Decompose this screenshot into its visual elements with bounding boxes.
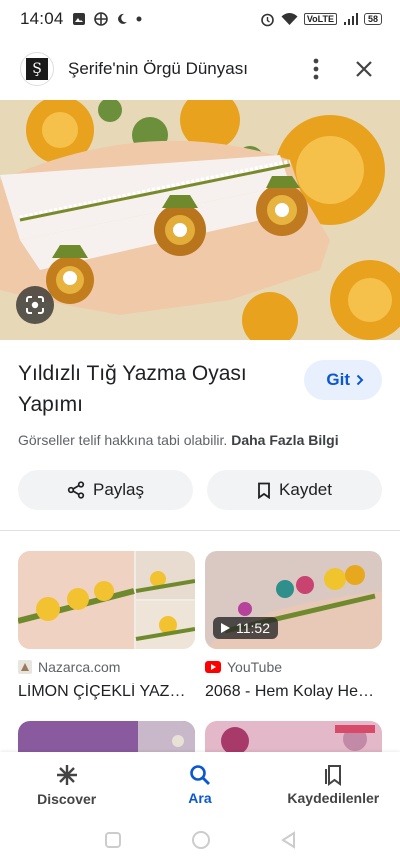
system-navigation [0,818,400,866]
more-info-link[interactable]: Daha Fazla Bilgi [231,432,338,448]
pinwheel-notification-icon [93,12,108,26]
home-button[interactable] [191,830,211,855]
page-header: Ş Şerife'nin Örgü Dünyası [0,38,400,100]
alarm-icon [260,12,275,27]
youtube-icon [205,661,221,673]
play-icon [221,623,230,633]
nazarca-icon [18,660,32,674]
status-time: 14:04 [20,9,64,28]
related-card[interactable]: 11:52 YouTube 2068 - Hem Kolay Hem Şık Y… [205,551,382,701]
share-button[interactable]: Paylaş [18,470,193,510]
chevron-right-icon [356,374,364,386]
nav-search-label: Ara [188,790,212,806]
related-source-name: Nazarca.com [38,659,121,675]
share-icon [67,481,85,499]
bookmarks-icon [325,765,342,786]
close-button[interactable] [346,51,382,87]
wifi-icon [281,12,298,26]
site-logo-letter: Ş [26,58,48,80]
visit-button-label: Git [326,370,350,389]
save-label: Kaydet [279,480,332,499]
google-lens-icon [26,296,44,314]
status-right: VoLTE 58 [260,12,382,27]
recents-icon [105,831,122,848]
bookmark-icon [258,482,270,499]
back-button[interactable] [280,830,296,854]
nav-discover[interactable]: Discover [7,763,127,807]
gallery-notification-icon [72,12,86,26]
home-icon [191,830,210,849]
asterisk-icon [56,765,77,785]
result-title[interactable]: Yıldızlı Tığ Yazma Oyası Yapımı [18,358,288,420]
dot-notification-icon [136,16,142,22]
save-button[interactable]: Kaydet [207,470,382,510]
battery-indicator: 58 [363,13,382,25]
action-row: Paylaş Kaydet [18,470,382,510]
more-options-button[interactable] [298,51,334,87]
related-source: Nazarca.com [18,659,195,675]
moon-notification-icon [116,13,128,25]
copyright-text: Görseller telif hakkına tabi olabilir. [18,432,228,448]
copyright-notice: Görseller telif hakkına tabi olabilir. D… [18,432,382,448]
nav-saved[interactable]: Kaydedilenler [273,764,393,806]
related-source: YouTube [205,659,382,675]
lens-search-button[interactable] [16,286,54,324]
result-info: Yıldızlı Tığ Yazma Oyası Yapımı Git Görs… [0,340,400,510]
nav-discover-label: Discover [37,791,97,807]
nav-search[interactable]: Ara [140,764,260,806]
more-vert-icon [313,58,319,80]
related-results: Nazarca.com LİMON ÇİÇEKLİ YAZMA OYASI YA… [0,531,400,701]
share-label: Paylaş [92,480,145,499]
hero-image[interactable] [0,100,400,340]
visit-button[interactable]: Git [304,360,382,400]
status-bar: 14:04 VoLTE 58 [0,0,400,38]
related-title[interactable]: 2068 - Hem Kolay Hem Şık Yazma Oyası [205,683,382,701]
recents-button[interactable] [104,831,122,854]
video-duration: 11:52 [236,620,270,636]
related-thumbnail[interactable] [18,551,195,649]
related-title[interactable]: LİMON ÇİÇEKLİ YAZMA OYASI YAPILIŞI [18,683,195,701]
status-left: 14:04 [20,9,142,29]
site-logo[interactable]: Ş [20,52,54,86]
bottom-navigation: Discover Ara Kaydedilenler [0,752,400,818]
title-row: Yıldızlı Tığ Yazma Oyası Yapımı Git [18,358,382,420]
related-card[interactable]: Nazarca.com LİMON ÇİÇEKLİ YAZMA OYASI YA… [18,551,195,701]
volte-indicator: VoLTE [303,13,337,25]
related-thumbnail[interactable]: 11:52 [205,551,382,649]
signal-icon [343,12,358,26]
related-source-name: YouTube [227,659,283,675]
close-icon [356,61,372,77]
search-icon [190,765,210,785]
back-icon [280,830,295,849]
video-duration-badge: 11:52 [213,617,278,639]
nav-saved-label: Kaydedilenler [287,790,380,806]
site-name[interactable]: Şerife'nin Örgü Dünyası [68,59,286,79]
